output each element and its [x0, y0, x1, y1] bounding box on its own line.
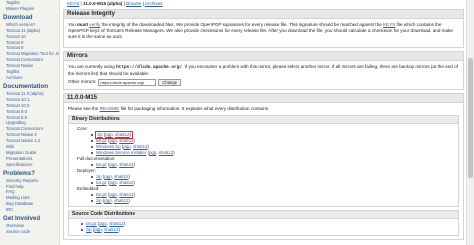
mirror-select-row: Other mirrors: https://dlcdn.apache.org/…: [68, 79, 459, 87]
source-list: tar.gz (pgp, sha512) zip (pgp, sha512): [73, 221, 454, 233]
file-download-link[interactable]: zip: [97, 132, 103, 137]
section-title: Release Integrity: [64, 10, 463, 19]
bullet-icon: [91, 182, 93, 185]
version-label: 11.0.0-M15 (alpha): [83, 1, 123, 6]
file-download-link[interactable]: zip: [86, 227, 92, 232]
deployer-list: zip (pgp, sha512) tar.gz (pgp, sha512): [73, 174, 454, 186]
section-title: 11.0.0-M15: [64, 94, 463, 104]
embedded-list: tar.gz (pgp, sha512) zip (pgp, sha512): [73, 192, 454, 204]
browse-link[interactable]: Browse: [126, 1, 141, 6]
change-button[interactable]: Change: [158, 79, 182, 87]
pgp-link[interactable]: pgp: [123, 144, 130, 149]
file-download-link[interactable]: Windows Service Installer: [96, 150, 146, 155]
sidebar-heading: Documentation: [3, 82, 49, 90]
release-integrity-section: Release Integrity You must verify the in…: [63, 9, 464, 48]
bullet-icon: [91, 194, 93, 197]
page-scrollbar[interactable]: [466, 0, 474, 245]
binary-distributions: Binary Distributions Core: zip (pgp, sha…: [68, 115, 459, 208]
bullet-icon: [91, 140, 93, 143]
sidebar-nav: TagIibs Maven Plugins Download Which versio…: [0, 0, 60, 245]
verify-link[interactable]: verify: [89, 22, 100, 27]
keys-inline-link[interactable]: KEYS: [383, 22, 395, 27]
file-download-link[interactable]: tar.gz: [96, 162, 107, 167]
sidebar-link[interactable]: Maven Plugins: [0, 6, 59, 12]
pgp-link[interactable]: pgp: [149, 150, 156, 155]
archives-link[interactable]: Archives: [145, 1, 163, 6]
sha512-link[interactable]: sha512: [115, 132, 129, 137]
sidebar-link[interactable]: Source code: [0, 229, 59, 235]
sha512-link[interactable]: sha512: [114, 198, 128, 203]
bullet-icon: [81, 229, 83, 232]
pgp-link[interactable]: pgp: [99, 221, 106, 226]
download-item: zip (pgp, sha512): [81, 227, 454, 233]
other-mirrors-label: Other mirrors:: [68, 79, 97, 85]
download-links: tar.gz (pgp, sha512): [96, 162, 136, 168]
sha512-link[interactable]: sha512: [119, 162, 133, 167]
top-links-row: KEYS | 11.0.0-M15 (alpha) | Browse | Arc…: [67, 1, 163, 6]
file-download-link[interactable]: zip: [96, 198, 102, 203]
sha512-link[interactable]: sha512: [133, 144, 147, 149]
pgp-link[interactable]: pgp: [105, 132, 112, 137]
file-download-link[interactable]: tar.gz: [86, 221, 97, 226]
bullet-icon: [91, 176, 93, 179]
readme-link[interactable]: README: [100, 106, 120, 111]
bullet-icon: [81, 223, 83, 226]
sha512-link[interactable]: sha512: [109, 221, 123, 226]
scrollbar-thumb[interactable]: [468, 58, 473, 178]
sidebar-heading: Download: [3, 13, 33, 21]
pgp-link[interactable]: pgp: [94, 227, 101, 232]
bullet-icon: [91, 164, 93, 167]
release-section: 11.0.0-M15 Please see the README file fo…: [63, 93, 464, 241]
sidebar-link[interactable]: Archives: [0, 75, 59, 81]
bullet-icon: [91, 146, 93, 149]
pgp-link[interactable]: pgp: [104, 198, 111, 203]
integrity-paragraph: You must verify the integrity of the dow…: [68, 22, 453, 40]
section-title: Mirrors: [64, 51, 463, 61]
subsection-title: Binary Distributions: [69, 116, 458, 125]
keys-link[interactable]: KEYS: [67, 1, 79, 6]
readme-paragraph: Please see the README file for packaging…: [68, 106, 270, 112]
core-list: zip (pgp, sha512) tar.gz (pgp, sha512) Win…: [73, 131, 454, 156]
main-content: KEYS | 11.0.0-M15 (alpha) | Browse | Arc…: [63, 0, 464, 245]
download-links: tar.gz (pgp, sha512): [96, 180, 136, 186]
file-download-link[interactable]: tar.gz: [96, 138, 107, 143]
mirrors-paragraph: You are currently using https://dlcdn.ap…: [68, 63, 458, 76]
bullet-icon: [91, 152, 93, 155]
sha512-link[interactable]: sha512: [119, 192, 133, 197]
file-download-link[interactable]: tar.gz: [96, 180, 107, 185]
sha512-link[interactable]: sha512: [114, 174, 128, 179]
sidebar-heading: Get Involved: [3, 215, 41, 223]
file-download-link[interactable]: tar.gz: [96, 192, 107, 197]
download-links: zip (pgp, sha512): [86, 227, 120, 233]
sha512-link[interactable]: sha512: [159, 150, 173, 155]
mirror-select[interactable]: https://dlcdn.apache.org/: [98, 79, 157, 87]
sha512-link[interactable]: sha512: [104, 227, 118, 232]
source-distributions: Source Code Distributions tar.gz (pgp, s…: [68, 210, 459, 237]
sidebar-heading: Problems?: [3, 169, 35, 177]
bullet-icon: [91, 134, 93, 137]
pgp-link[interactable]: pgp: [109, 138, 116, 143]
file-download-link[interactable]: Windows zip: [96, 144, 121, 149]
sha512-link[interactable]: sha512: [119, 180, 133, 185]
sidebar-link[interactable]: IRC: [0, 207, 59, 213]
pgp-link[interactable]: pgp: [104, 174, 111, 179]
pgp-link[interactable]: pgp: [109, 180, 116, 185]
download-item: zip (pgp, sha512): [91, 198, 454, 204]
sidebar-link[interactable]: Specifications: [0, 162, 59, 168]
pgp-link[interactable]: pgp: [109, 162, 116, 167]
download-links: zip (pgp, sha512): [96, 198, 130, 204]
mirrors-section: Mirrors You are currently using https://…: [63, 50, 464, 91]
pgp-link[interactable]: pgp: [109, 192, 116, 197]
bullet-icon: [91, 200, 93, 203]
sha512-link[interactable]: sha512: [119, 138, 133, 143]
file-download-link[interactable]: zip: [96, 174, 102, 179]
subsection-title: Source Code Distributions: [69, 211, 458, 220]
